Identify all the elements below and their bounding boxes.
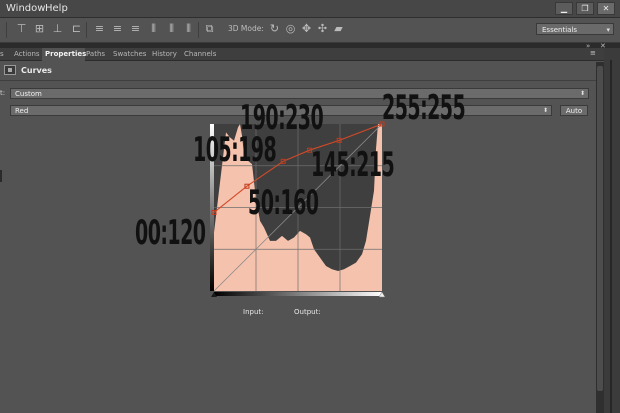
annotation-point-4: 190:230 (240, 98, 324, 138)
annotation-point-1: 50:160 (248, 183, 319, 223)
annotation-point-0: 00:120 (135, 213, 206, 253)
annotation-point-5: 255:255 (382, 88, 466, 128)
input-label: Input: (243, 308, 264, 316)
annotation-point-2: 105:198 (193, 130, 277, 170)
annotation-point-3: 145:215 (311, 145, 395, 185)
output-label: Output: (294, 308, 321, 316)
input-gradient-bar (214, 292, 382, 296)
